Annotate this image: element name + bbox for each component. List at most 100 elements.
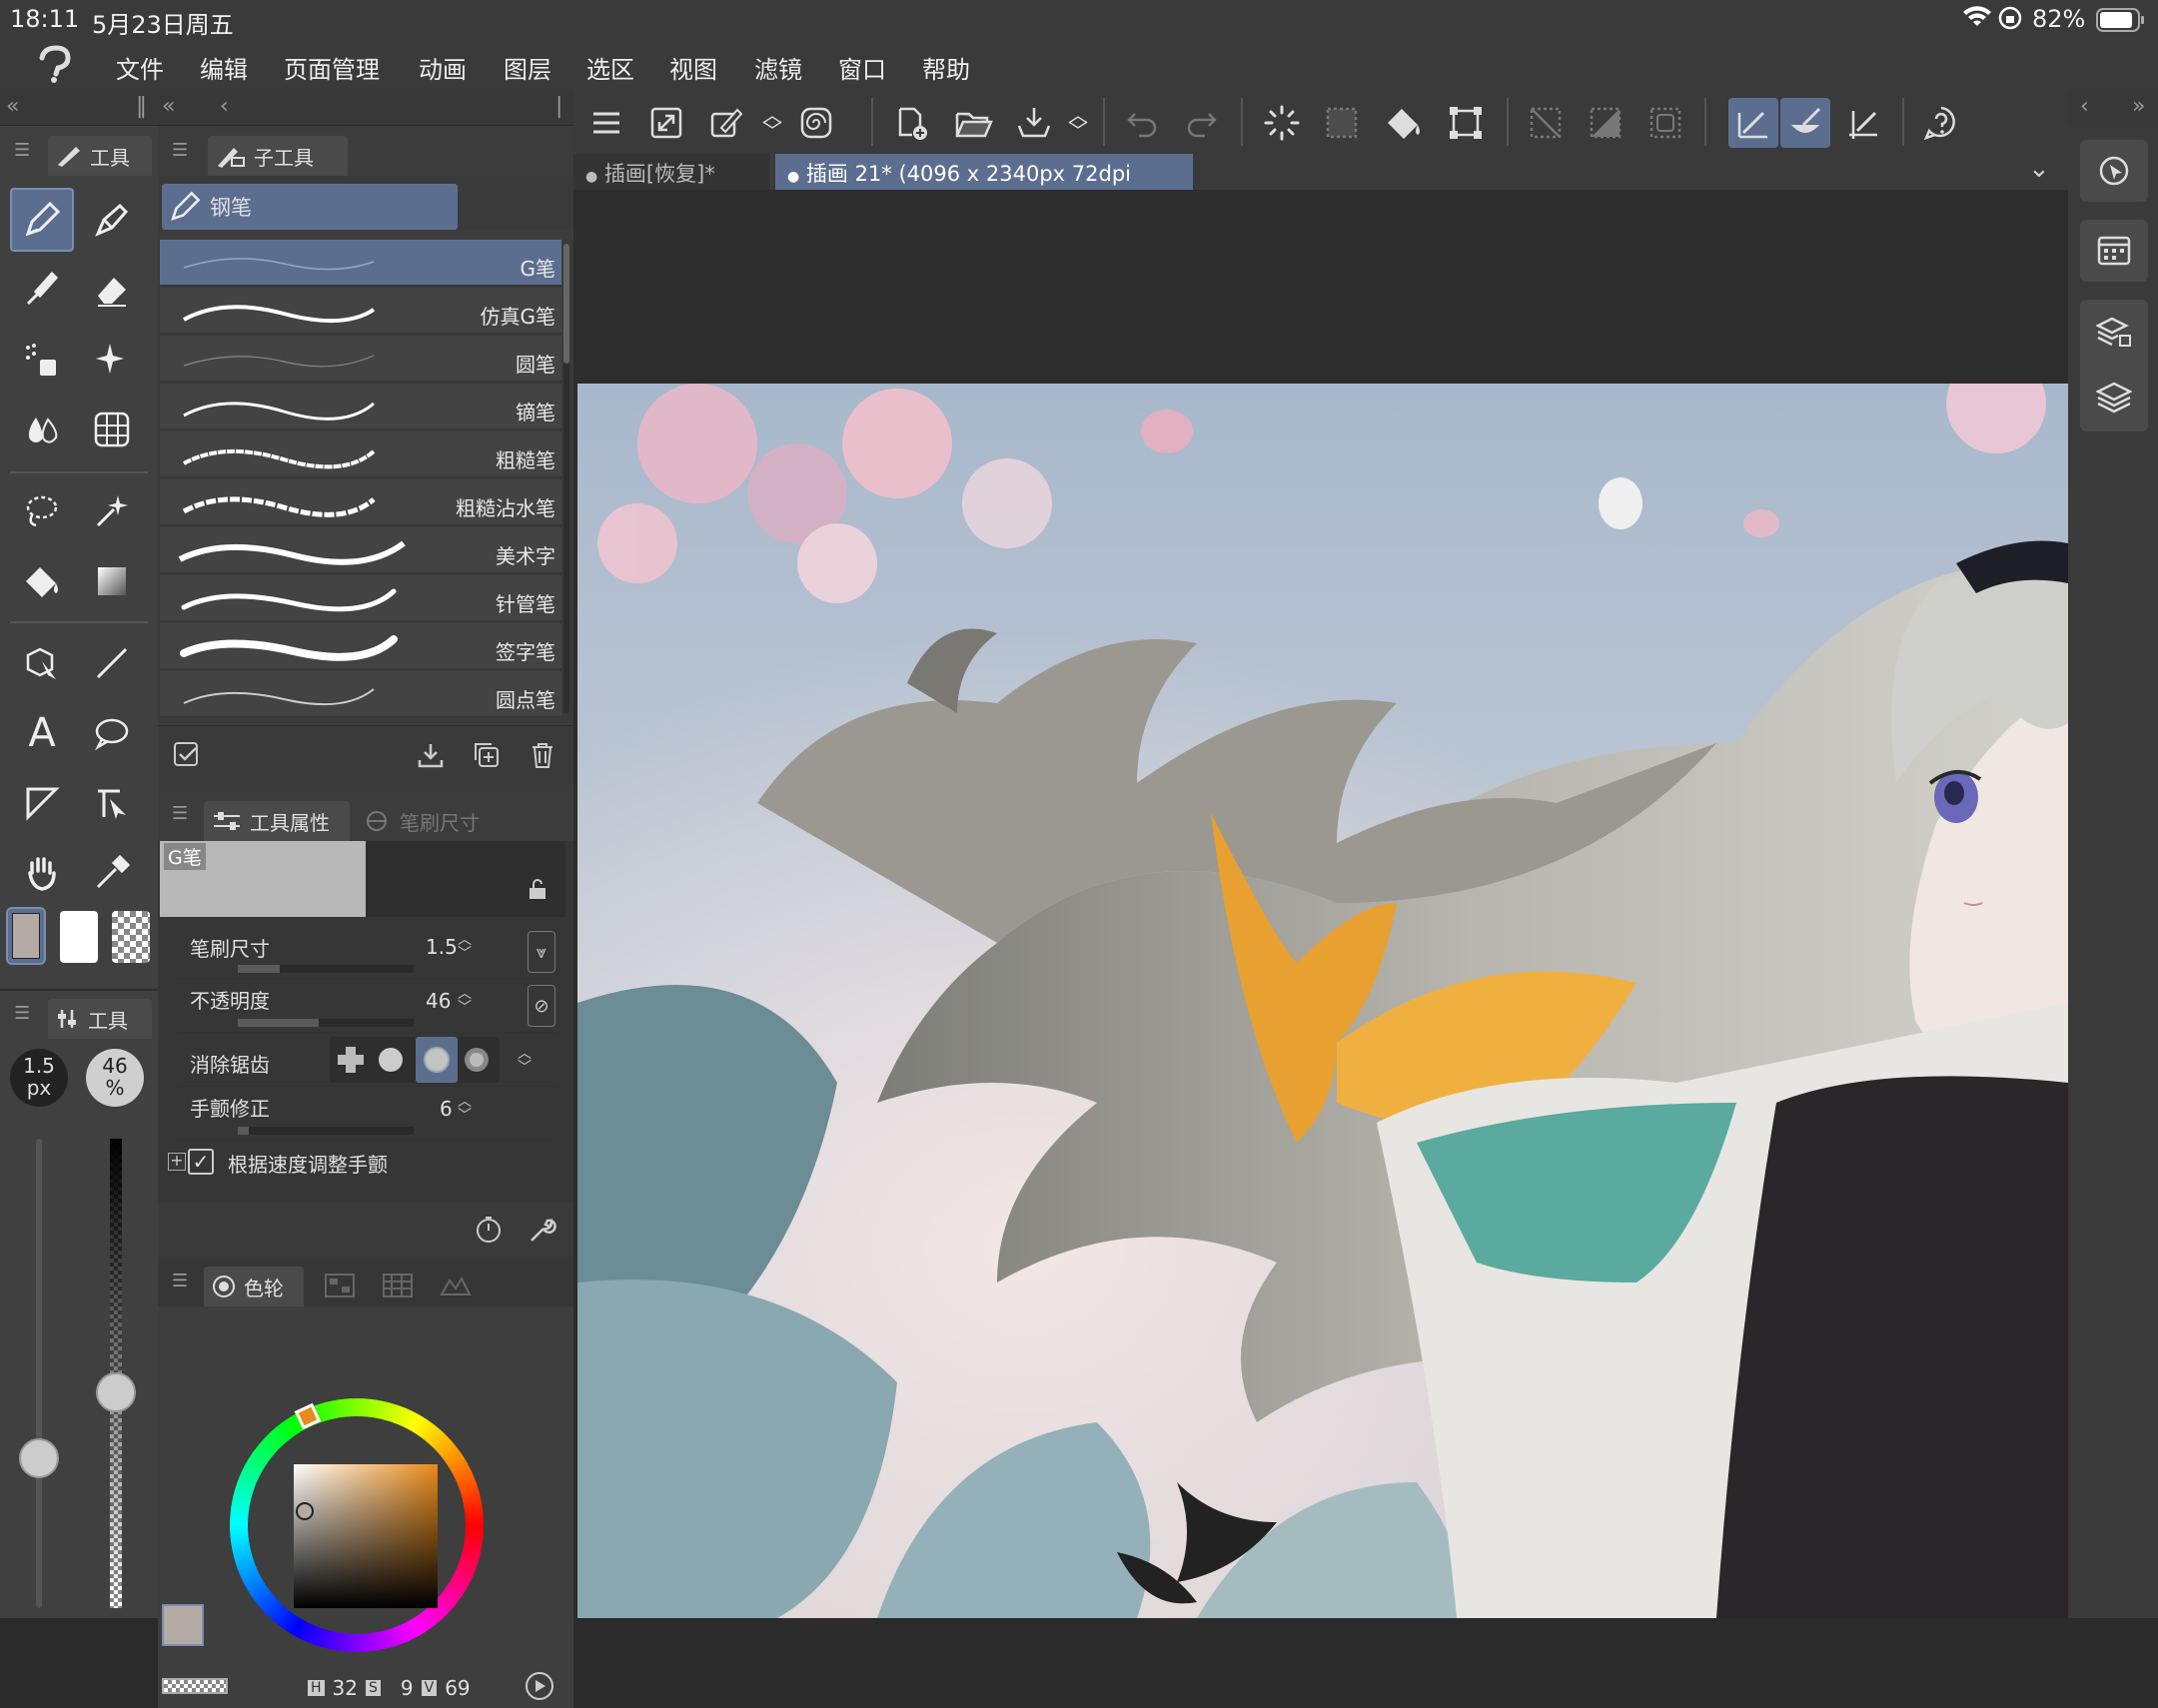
new-file-button[interactable] [887,98,937,148]
eraser-tool-button[interactable] [80,258,144,322]
text-tool-button[interactable]: A [10,701,74,765]
color-palette-tab-icon[interactable] [324,1273,356,1298]
unlock-icon[interactable] [526,877,549,901]
transparent-color-swatch[interactable] [112,911,150,963]
download-icon[interactable] [416,740,446,770]
pencil-tool-button[interactable] [80,188,144,252]
brush-item[interactable]: G笔 [160,240,561,286]
menu-help[interactable]: 帮助 [922,50,970,85]
toolbar-scroll-button[interactable]: ︿ ﹀ [1063,98,1093,148]
color-mountain-tab-icon[interactable] [440,1273,472,1298]
figure-tool-button[interactable] [80,631,144,695]
layer-property-icon[interactable] [2096,314,2132,350]
expand-right-icon[interactable]: » [2132,94,2145,119]
fill-button[interactable] [1379,98,1429,148]
brush-item[interactable]: 签字笔 [160,623,561,669]
snap-brush-button[interactable] [1780,98,1830,148]
material-button[interactable] [2080,220,2148,282]
stabilization-bar[interactable] [238,1127,414,1135]
hand-tool-button[interactable] [10,841,74,905]
menu-page[interactable]: 页面管理 [284,50,380,85]
collapse-left-icon[interactable]: « [6,94,19,119]
brush-size-field[interactable]: 1.5 [426,935,458,959]
antialias-none-icon[interactable] [336,1045,366,1075]
brush-tool-button[interactable] [10,258,74,322]
chevron-left-icon[interactable]: ‹ [220,94,229,119]
blend-tool-button[interactable] [10,398,74,461]
ruler-tool-button[interactable] [80,771,144,835]
brush-item[interactable]: 镝笔 [160,384,561,429]
navigator-button[interactable] [2080,140,2148,202]
undo-button[interactable] [1117,98,1167,148]
antialias-stepper-icon[interactable]: ︿ ﹀ [518,1047,532,1075]
frame-tool-button[interactable] [10,771,74,835]
brush-size-slider[interactable] [19,1139,59,1608]
panel-menu-icon[interactable]: ☰ [172,140,188,161]
canvas-area[interactable] [573,190,2068,1618]
brush-size-slider-handle[interactable] [19,1438,59,1478]
ruler-settings-button[interactable] [1838,98,1888,148]
gradient-tool-button[interactable] [80,549,144,613]
selection-area-button[interactable] [1317,98,1367,148]
panel-menu-icon[interactable]: ☰ [14,1003,30,1024]
collapse-sub-icon[interactable]: « [162,94,175,119]
chevron-left-icon[interactable]: ‹ [2080,94,2089,119]
brush-size-bar[interactable] [238,965,414,973]
tab-tool-settings[interactable]: 工具 [48,999,152,1039]
menu-file[interactable]: 文件 [116,50,164,85]
artwork-canvas[interactable] [577,384,2068,1618]
brush-item[interactable]: 圆笔 [160,336,561,382]
sub-tool-settings-icon[interactable] [172,740,202,770]
sv-picker-handle[interactable] [296,1502,314,1520]
pen-tool-button[interactable] [10,188,74,252]
main-color-swatch[interactable] [6,907,46,965]
color-history-tab-icon[interactable] [382,1273,414,1298]
menu-filter[interactable]: 滤镜 [754,50,802,85]
brush-item[interactable]: 针管笔 [160,575,561,621]
menu-view[interactable]: 视图 [669,50,717,85]
edit-shortcut-button[interactable] [701,98,751,148]
opacity-row[interactable]: 不透明度 46 ︿ ﹀ ⊘ [178,981,557,1033]
tab-sub-tool[interactable]: 子工具 [208,136,348,176]
menu-layer[interactable]: 图层 [504,50,551,85]
brush-item[interactable]: 粗糙笔 [160,431,561,477]
selection-border-button[interactable] [1640,98,1690,148]
panel-menu-icon[interactable]: ☰ [172,1271,188,1291]
brush-list-scrollbar[interactable] [563,244,569,713]
sub-color-swatch[interactable] [60,911,98,963]
stabilization-field[interactable]: 6 [440,1097,453,1121]
tab-tool-property[interactable]: 工具属性 [204,801,350,841]
eyedropper-tool-button[interactable] [80,841,144,905]
antialias-strong-icon[interactable] [464,1047,490,1073]
menu-edit[interactable]: 编辑 [200,50,248,85]
brush-size-row[interactable]: 笔刷尺寸 1.5 ︿ ﹀ ⩔ [178,927,557,979]
tab-tool[interactable]: 工具 [48,136,152,176]
fit-window-button[interactable] [641,98,691,148]
magic-wand-tool-button[interactable] [80,479,144,543]
color-main-swatch[interactable] [162,1604,204,1646]
opacity-slider-handle[interactable] [96,1372,136,1412]
redo-button[interactable] [1177,98,1227,148]
tab-brush-size[interactable]: 笔刷尺寸 [354,801,490,841]
loading-button[interactable] [1257,98,1307,148]
wrench-icon[interactable] [528,1215,557,1245]
opacity-stepper-icon[interactable]: ︿ ﹀ [458,987,472,1015]
opacity-bar[interactable] [238,1019,414,1027]
decoration-tool-button[interactable] [10,328,74,392]
brush-item[interactable]: 粗糙沾水笔 [160,479,561,525]
layers-icon[interactable] [2096,380,2132,416]
lasso-tool-button[interactable] [10,479,74,543]
balloon-tool-button[interactable] [80,701,144,765]
brush-size-indicator[interactable]: 1.5 px [10,1049,68,1107]
opacity-field[interactable]: 46 [426,989,451,1013]
spiral-button[interactable] [791,98,841,148]
invert-selection-button[interactable] [1581,98,1630,148]
expand-plus-icon[interactable]: + [168,1153,186,1171]
help-button[interactable] [1916,98,1966,148]
opacity-slider[interactable] [96,1139,136,1608]
app-logo-icon[interactable] [34,44,76,84]
menu-animation[interactable]: 动画 [419,50,467,85]
antialias-weak-icon[interactable] [378,1047,404,1073]
trash-icon[interactable] [528,740,557,770]
mesh-tool-button[interactable] [80,398,144,461]
